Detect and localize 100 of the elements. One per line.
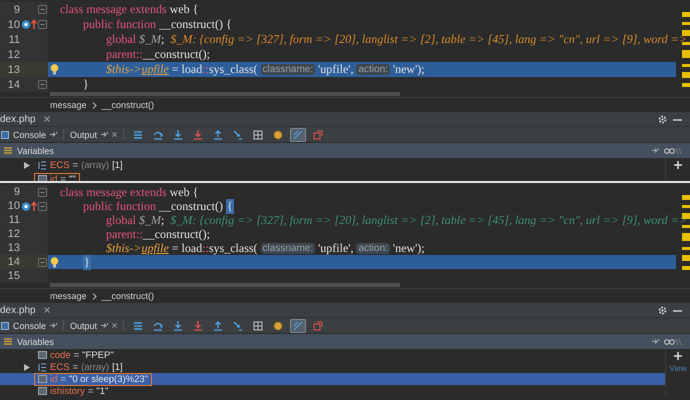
code-text: web { bbox=[168, 184, 198, 200]
parameter-hint: action: bbox=[356, 64, 390, 75]
settings-icon[interactable] bbox=[658, 114, 667, 124]
restore-icon bbox=[313, 320, 324, 330]
step-into-icon bbox=[173, 130, 184, 140]
output-tab[interactable]: Output bbox=[70, 130, 98, 140]
keyword: class message extends bbox=[60, 2, 167, 17]
console-tab[interactable]: Console bbox=[13, 130, 46, 140]
line-number: 15 bbox=[6, 270, 20, 282]
line-number: 14 bbox=[6, 78, 20, 90]
fold-marker-icon[interactable] bbox=[38, 80, 47, 89]
selected-variable-row[interactable]: id = "0 or sleep(3)%23" bbox=[0, 373, 665, 385]
file-tab[interactable]: dex.php bbox=[0, 114, 38, 124]
keyword: public function bbox=[83, 17, 156, 32]
code-text: __construct() bbox=[158, 198, 224, 214]
pin-icon[interactable] bbox=[50, 132, 58, 137]
property-name: upfile bbox=[141, 62, 169, 77]
parameter-hint: action: bbox=[356, 242, 390, 254]
fold-marker-icon[interactable] bbox=[38, 258, 47, 266]
parameter-hint: classname: bbox=[260, 242, 316, 254]
fold-marker-icon[interactable] bbox=[38, 20, 47, 29]
values-button[interactable] bbox=[290, 128, 306, 142]
variable-name: ishistory bbox=[50, 386, 85, 396]
code-text: __construct() { bbox=[158, 17, 232, 32]
breadcrumb-item[interactable]: __construct() bbox=[102, 100, 154, 110]
pin-icon[interactable] bbox=[101, 132, 108, 137]
pin-icon[interactable] bbox=[652, 148, 659, 153]
lightbulb-icon[interactable] bbox=[50, 64, 58, 75]
keyword: :: bbox=[202, 240, 209, 256]
line-number: 13 bbox=[6, 242, 20, 254]
breadcrumb-item[interactable]: message bbox=[50, 291, 87, 301]
brace: { bbox=[226, 198, 234, 214]
variable-name: ECS bbox=[50, 362, 70, 372]
equals-sign: = bbox=[72, 160, 78, 170]
code-text: web { bbox=[168, 2, 198, 17]
keyword: public function bbox=[83, 198, 156, 214]
lightbulb-icon[interactable] bbox=[50, 256, 58, 268]
line-number: 14 bbox=[6, 256, 20, 268]
code-text: __construct(); bbox=[142, 47, 210, 62]
fold-marker-icon[interactable] bbox=[38, 202, 47, 210]
restore-icon bbox=[313, 130, 324, 140]
pin-icon[interactable] bbox=[50, 323, 58, 328]
code-text: sys_class( bbox=[208, 240, 258, 256]
code-text: = load bbox=[170, 62, 202, 77]
add-icon[interactable] bbox=[674, 352, 682, 360]
fold-marker-icon[interactable] bbox=[38, 188, 47, 196]
file-tab[interactable]: dex.php bbox=[0, 304, 38, 316]
equals-sign: = bbox=[74, 350, 80, 360]
panel-title: Variables bbox=[17, 336, 54, 346]
variable-value: "1" bbox=[96, 386, 108, 396]
line-number: 9 bbox=[12, 4, 20, 16]
pin-icon[interactable] bbox=[652, 339, 659, 344]
close-icon[interactable] bbox=[44, 116, 50, 122]
evaluate-icon bbox=[253, 320, 264, 330]
add-icon[interactable] bbox=[674, 161, 682, 169]
close-icon[interactable] bbox=[112, 132, 118, 137]
variable-icon bbox=[38, 351, 47, 359]
values-button[interactable] bbox=[290, 318, 306, 332]
override-marker-icon[interactable] bbox=[21, 19, 37, 30]
line-number: 9 bbox=[12, 186, 20, 198]
inline-debug-value: $_M: {config => [327], form => [20], langlist => [2], table => [45], lang => "cn", url => [9], word => bbox=[169, 32, 687, 47]
output-tab[interactable]: Output bbox=[70, 320, 98, 330]
code-text: __construct(); bbox=[142, 226, 210, 242]
override-marker-icon[interactable] bbox=[21, 200, 37, 212]
code-text: = load bbox=[170, 240, 202, 256]
keyword: global bbox=[106, 32, 136, 47]
expand-arrow-icon[interactable] bbox=[24, 162, 30, 168]
close-icon[interactable] bbox=[112, 323, 118, 328]
code-text: } bbox=[83, 77, 89, 92]
fold-marker-icon[interactable] bbox=[38, 5, 47, 14]
step-into-icon bbox=[173, 320, 184, 330]
keyword: parent:: bbox=[106, 226, 143, 242]
line-number: 10 bbox=[6, 18, 20, 30]
parameter-hint: classname: bbox=[260, 64, 316, 75]
variable-value: "0 or sleep(3)%23" bbox=[68, 374, 148, 384]
code-text: ; bbox=[161, 212, 164, 228]
keyword: class message extends bbox=[60, 184, 167, 200]
console-tab[interactable]: Console bbox=[13, 320, 46, 330]
pin-icon[interactable] bbox=[101, 323, 108, 328]
line-number: 11 bbox=[8, 214, 20, 226]
variable: $this-> bbox=[106, 240, 142, 256]
equals-sign: = bbox=[72, 362, 78, 372]
property-name: upfile bbox=[141, 240, 169, 256]
code-text: 'new'); bbox=[392, 240, 425, 256]
console-icon bbox=[1, 322, 9, 330]
variable-value: "" bbox=[68, 174, 76, 181]
code-text: 'upfile', bbox=[318, 62, 354, 77]
equals-sign: = bbox=[60, 374, 66, 384]
settings-icon[interactable] bbox=[658, 306, 667, 314]
line-number: 13 bbox=[6, 64, 20, 76]
variable-type: (array) bbox=[81, 160, 110, 170]
console-icon bbox=[1, 130, 9, 138]
breadcrumb-item[interactable]: __construct() bbox=[102, 291, 154, 301]
evaluate-icon bbox=[253, 130, 264, 140]
frames-icon bbox=[133, 130, 144, 140]
close-icon[interactable] bbox=[44, 307, 50, 313]
expand-arrow-icon[interactable] bbox=[24, 364, 30, 370]
breadcrumb-item[interactable]: message bbox=[50, 100, 87, 110]
variable: $this-> bbox=[106, 62, 142, 77]
line-number: 10 bbox=[6, 200, 20, 212]
